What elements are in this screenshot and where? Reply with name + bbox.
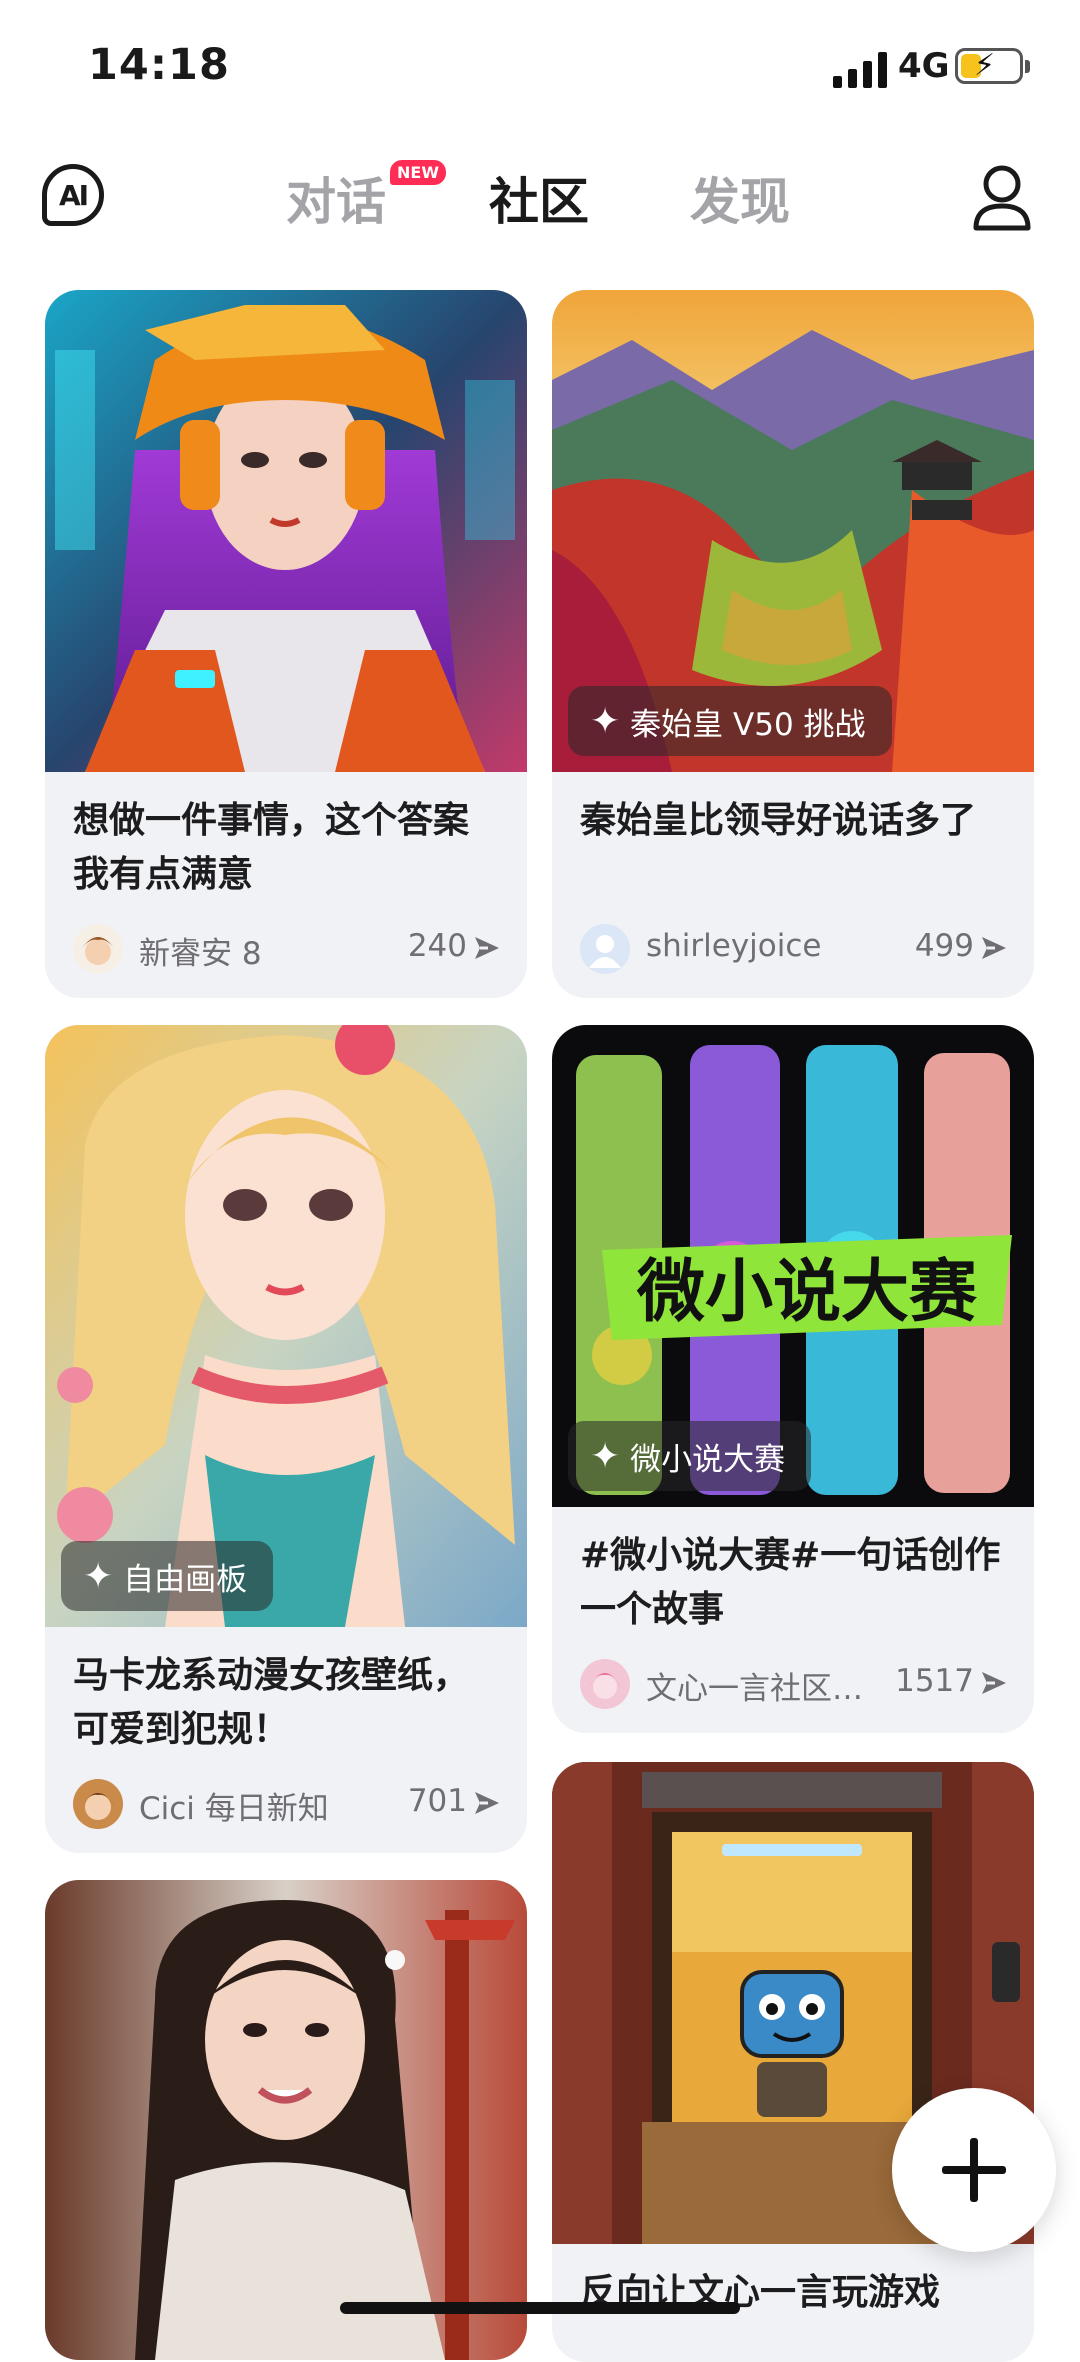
author-avatar[interactable] xyxy=(73,924,123,974)
author-avatar[interactable] xyxy=(580,924,630,974)
tab-chat[interactable]: 对话 xyxy=(286,162,386,234)
post-title: 马卡龙系动漫女孩壁纸，可爱到犯规！ xyxy=(73,1655,470,1750)
topic-tag-label: 微小说大赛 xyxy=(630,1441,786,1478)
post-image[interactable]: ✦ 自由画板 xyxy=(45,1025,527,1627)
author-avatar[interactable] xyxy=(73,1779,123,1829)
tab-community[interactable]: 社区 xyxy=(489,162,589,234)
sparkle-icon: ✦ xyxy=(590,700,621,742)
home-indicator xyxy=(340,2302,740,2314)
post-image[interactable]: ✦ 秦始皇 V50 挑战 xyxy=(552,290,1034,772)
post-title: 想做一件事情，这个答案我有点满意 xyxy=(73,800,470,895)
post-card[interactable]: ✦ 秦始皇 V50 挑战 秦始皇比领导好说话多了 shirleyjoice 499 xyxy=(552,290,1034,998)
network-type: 4G xyxy=(898,46,950,86)
post-title: 秦始皇比领导好说话多了 xyxy=(580,800,977,841)
share-count: 701 xyxy=(407,1783,467,1819)
post-card[interactable]: ✦ 自由画板 马卡龙系动漫女孩壁纸，可爱到犯规！ Cici 每日新知 701 xyxy=(45,1025,527,1853)
post-image[interactable]: 微小说大赛 ✦ 微小说大赛 xyxy=(552,1025,1034,1507)
share-count: 1517 xyxy=(895,1663,974,1699)
topic-tag[interactable]: ✦ 秦始皇 V50 挑战 xyxy=(568,686,892,756)
poster-title: 微小说大赛 xyxy=(636,1253,978,1332)
post-meta: Cici 每日新知 701 xyxy=(45,1757,527,1853)
sparkle-icon: ✦ xyxy=(590,1435,621,1477)
status-bar: 14:18 4G ⚡ xyxy=(0,0,1080,130)
author-name[interactable]: shirleyjoice xyxy=(646,928,822,964)
post-card[interactable] xyxy=(45,1880,527,2360)
post-meta: shirleyjoice 499 xyxy=(552,902,1034,998)
author-name[interactable]: 文心一言社区… xyxy=(646,1663,863,1708)
topic-tag-label: 自由画板 xyxy=(123,1561,248,1598)
send-icon[interactable] xyxy=(473,1789,501,1817)
share-count: 240 xyxy=(407,928,467,964)
sparkle-icon: ✦ xyxy=(83,1555,114,1597)
topic-tag[interactable]: ✦ 自由画板 xyxy=(61,1541,274,1611)
post-title: #微小说大赛#一句话创作一个故事 xyxy=(580,1535,1001,1630)
profile-icon[interactable] xyxy=(970,162,1034,234)
tab-discover[interactable]: 发现 xyxy=(690,162,790,234)
ai-logo-icon[interactable]: AI xyxy=(42,164,104,226)
signal-icon xyxy=(833,52,889,88)
post-image[interactable] xyxy=(45,290,527,772)
post-meta: 新睿安 8 240 xyxy=(45,902,527,998)
send-icon[interactable] xyxy=(980,1669,1008,1697)
post-image[interactable] xyxy=(45,1880,527,2360)
post-meta: 文心一言社区… 1517 xyxy=(552,1637,1034,1733)
share-count: 499 xyxy=(914,928,974,964)
topic-tag-label: 秦始皇 V50 挑战 xyxy=(630,706,866,743)
top-nav: AI 对话 NEW 社区 发现 xyxy=(0,150,1080,250)
post-card[interactable]: 反向让文心一言玩游戏 xyxy=(552,1762,1034,2362)
post-title: 反向让文心一言玩游戏 xyxy=(580,2272,941,2313)
post-card[interactable]: 微小说大赛 ✦ 微小说大赛 #微小说大赛#一句话创作一个故事 文心一言社区… 15… xyxy=(552,1025,1034,1733)
new-badge: NEW xyxy=(390,160,446,185)
create-post-button[interactable] xyxy=(892,2088,1056,2252)
post-card[interactable]: 想做一件事情，这个答案我有点满意 新睿安 8 240 xyxy=(45,290,527,998)
send-icon[interactable] xyxy=(980,934,1008,962)
topic-tag[interactable]: ✦ 微小说大赛 xyxy=(568,1421,812,1491)
send-icon[interactable] xyxy=(473,934,501,962)
battery-icon: ⚡ xyxy=(955,48,1030,84)
status-time: 14:18 xyxy=(88,40,230,90)
author-name[interactable]: Cici 每日新知 xyxy=(139,1783,329,1828)
author-name[interactable]: 新睿安 8 xyxy=(139,928,262,973)
author-avatar[interactable] xyxy=(580,1659,630,1709)
